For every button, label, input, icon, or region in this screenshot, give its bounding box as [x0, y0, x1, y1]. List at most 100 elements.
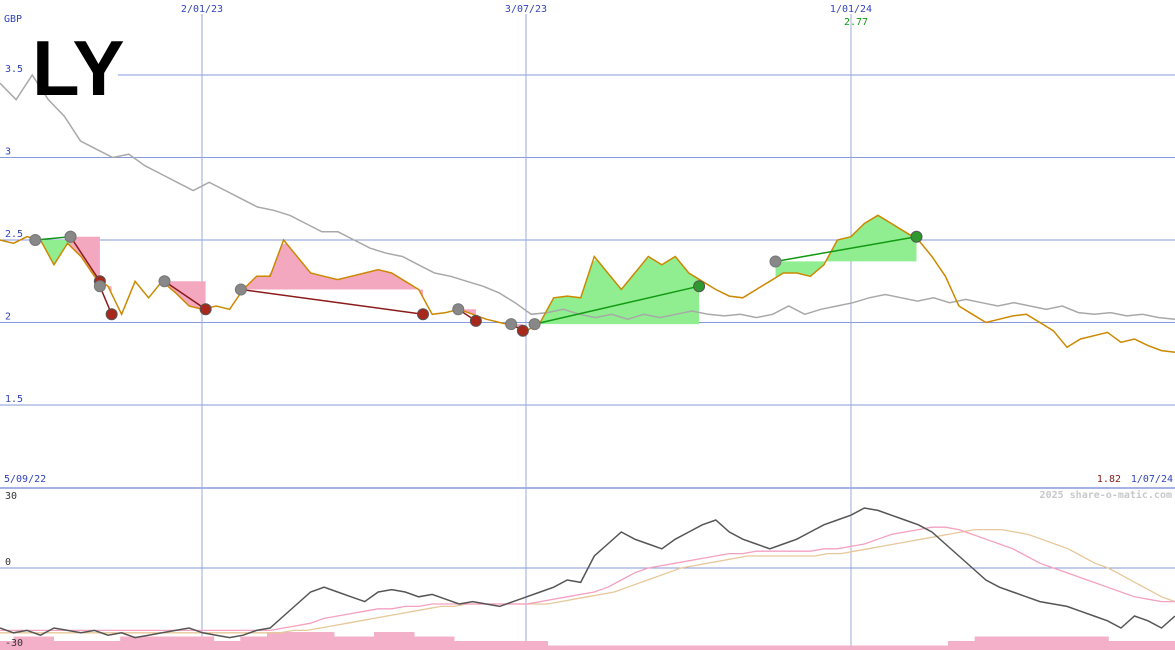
- volume-bar: [1054, 636, 1069, 650]
- volume-bar: [574, 645, 588, 650]
- trade-fill-8: [775, 215, 917, 278]
- volume-bar: [841, 645, 856, 650]
- volume-bar: [427, 636, 442, 650]
- y-tick-label: 2: [5, 312, 11, 323]
- volume-bar: [667, 645, 682, 650]
- trade-entry-marker-7: [528, 318, 541, 331]
- volume-bar: [961, 641, 976, 650]
- volume-bar: [520, 641, 535, 650]
- volume-bar: [627, 645, 642, 650]
- trade-exit-marker-8: [910, 230, 923, 243]
- volume-bar: [186, 636, 201, 650]
- watermark: 2025 share-o-matic.com: [1040, 489, 1172, 501]
- volume-bar: [53, 641, 68, 650]
- volume-bar: [1001, 636, 1016, 650]
- trade-entry-marker-3: [158, 275, 171, 288]
- volume-bar: [774, 645, 789, 650]
- volume-bar: [293, 632, 308, 650]
- currency-label: GBP: [4, 14, 22, 25]
- volume-bar: [1148, 641, 1163, 650]
- volume-bar: [1014, 636, 1029, 650]
- trade-fill-4: [240, 243, 423, 298]
- trade-exit-marker-7: [693, 280, 706, 293]
- volume-bar: [106, 641, 121, 650]
- volume-bar: [227, 641, 241, 650]
- volume-bar: [894, 645, 909, 650]
- volume-bar: [547, 645, 562, 650]
- volume-bar: [494, 641, 508, 650]
- volume-bar: [200, 636, 215, 650]
- y-tick-label: 3.5: [5, 64, 23, 75]
- volume-bar: [307, 632, 321, 650]
- osc-tick-label: 30: [5, 491, 17, 502]
- volume-bar: [934, 645, 949, 650]
- volume-bar: [1094, 636, 1109, 650]
- volume-bar: [614, 645, 629, 650]
- trade-exit-marker-6: [516, 324, 529, 337]
- volume-bar: [320, 632, 335, 650]
- volume-bar: [280, 632, 295, 650]
- volume-bar: [133, 636, 148, 650]
- trade-entry-marker-8: [769, 255, 782, 268]
- volume-bar: [467, 641, 482, 650]
- volume-bar: [80, 641, 94, 650]
- volume-bar: [120, 636, 135, 650]
- trade-entry-marker-6: [505, 318, 518, 331]
- volume-bar: [921, 645, 936, 650]
- oscillator-panel: [0, 507, 1175, 650]
- volume-bar: [253, 636, 268, 650]
- trade-entry-marker-5: [452, 303, 465, 316]
- volume-bar: [1134, 641, 1149, 650]
- volume-bar: [814, 645, 829, 650]
- volume-bar: [400, 632, 415, 650]
- volume-bar: [881, 645, 896, 650]
- volume-bar: [387, 632, 402, 650]
- y-tick-label: 3: [5, 147, 11, 158]
- volume-bar: [534, 641, 548, 650]
- volume-bar: [908, 645, 922, 650]
- trade-exit-marker-3: [199, 303, 212, 316]
- trade-entry-marker-4: [234, 283, 247, 296]
- volume-bar: [734, 645, 749, 650]
- start-date-label: 5/09/22: [4, 474, 46, 485]
- trade-entry-marker-2: [93, 280, 106, 293]
- x-tick-label: 2/01/23: [181, 4, 223, 15]
- volume-bar: [360, 636, 375, 650]
- volume-bar: [721, 645, 735, 650]
- volume-bar: [1108, 641, 1123, 650]
- trade-entry-marker-0: [29, 234, 42, 246]
- volume-bar: [93, 641, 108, 650]
- volume-bar: [787, 645, 802, 650]
- volume-bar: [587, 645, 602, 650]
- grid: [0, 14, 1175, 650]
- end-date-label: 1/07/24: [1131, 474, 1173, 485]
- volume-bar: [440, 636, 455, 650]
- volume-bar: [507, 641, 522, 650]
- volume-bar: [761, 645, 775, 650]
- volume-bar: [1041, 636, 1056, 650]
- x-tick-label: 3/07/23: [505, 4, 547, 15]
- oscillator-signal-line: [0, 526, 1175, 632]
- volume-bar: [240, 636, 255, 650]
- volume-bar: [801, 645, 815, 650]
- trade-exit-marker-2: [105, 308, 118, 321]
- oscillator-slow-line: [0, 528, 1175, 634]
- volume-bar: [974, 636, 989, 650]
- volume-bar: [40, 636, 54, 650]
- volume-bar: [707, 645, 722, 650]
- labels: LY GBP 5/09/22 1/07/24 1.82 2.77 2025 sh…: [4, 4, 1173, 649]
- trade-line-4: [240, 288, 424, 315]
- oscillator-line: [0, 507, 1175, 639]
- y-tick-label: 2.5: [5, 229, 23, 240]
- ticker-logo: LY: [32, 24, 125, 112]
- volume-bar: [1121, 641, 1136, 650]
- volume-bar: [854, 645, 869, 650]
- volume-bar: [160, 636, 175, 650]
- volume-bar: [413, 636, 428, 650]
- osc-tick-label: 0: [5, 557, 11, 568]
- chart-root: LY GBP 5/09/22 1/07/24 1.82 2.77 2025 sh…: [0, 0, 1175, 650]
- volume-bar: [480, 641, 495, 650]
- volume-bar: [747, 645, 762, 650]
- trade-exit-marker-5: [469, 314, 482, 327]
- volume-bar: [173, 636, 188, 650]
